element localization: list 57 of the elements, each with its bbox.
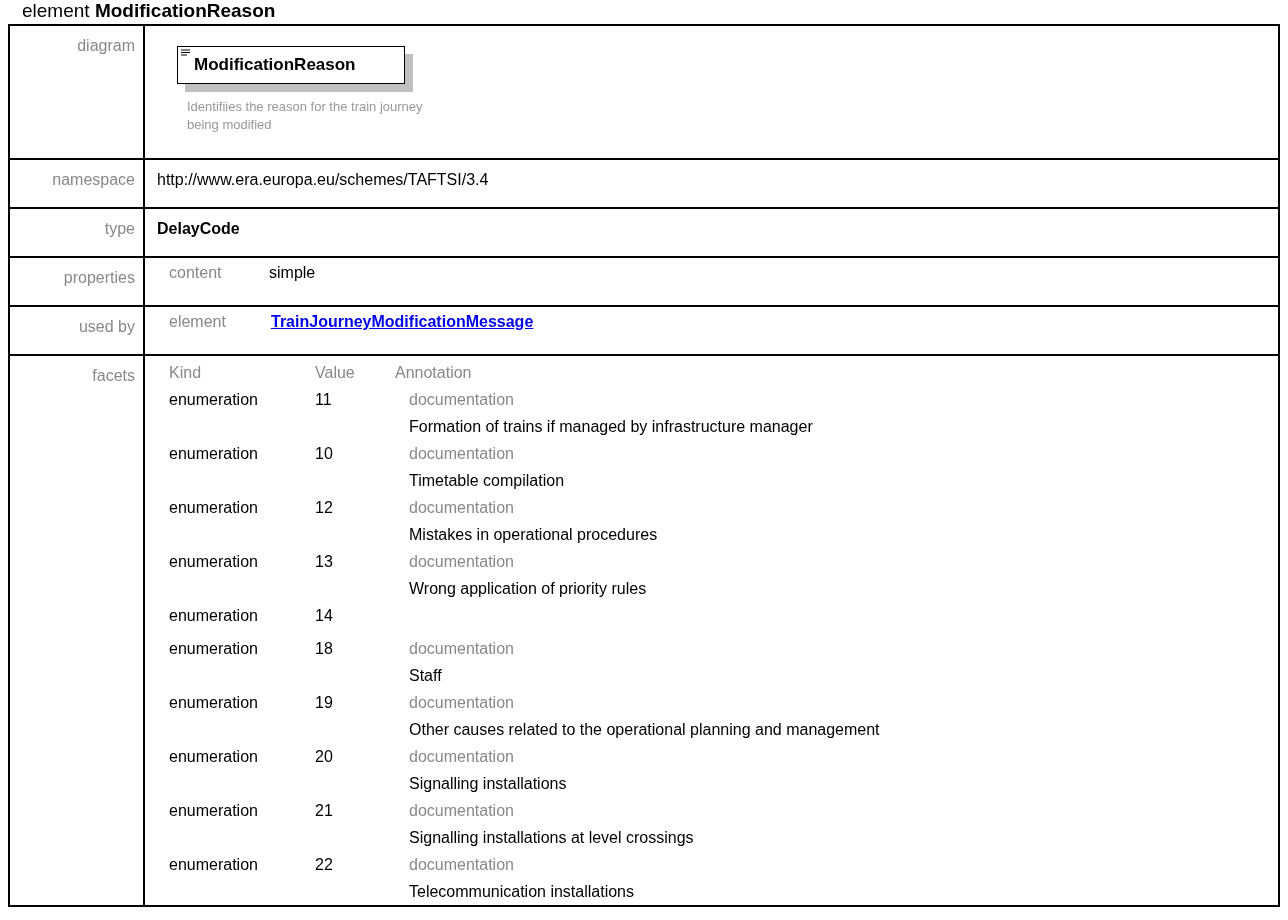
facet-kind: enumeration [169,801,259,821]
facet-kind: enumeration [169,747,259,767]
facet-value: 14 [315,606,334,626]
facet-kind: enumeration [169,444,259,464]
annotation-label: documentation [409,801,515,821]
namespace-value: http://www.era.europa.eu/schemes/TAFTSI/3.4 [157,171,489,188]
annotation-text: Other causes related to the operational planning and management [409,720,880,740]
annotation-text: Timetable compilation [409,471,565,491]
column-header: Kind [169,363,203,383]
facet-value: 21 [315,801,334,821]
annotation-text: Mistakes in operational procedures [409,525,658,545]
annotation-label: documentation [409,444,515,464]
row-label: facets [92,367,135,384]
annotation-label: documentation [409,390,515,410]
annotation-label: documentation [409,552,515,572]
facet-value: 20 [315,747,334,767]
annotation-text: Wrong application of priority rules [409,579,647,599]
facet-value: 11 [315,390,333,410]
row-label: properties [63,269,135,286]
facet-kind: enumeration [169,552,259,572]
type-value: DelayCode [157,220,240,237]
annotation-label: documentation [409,693,515,713]
page-heading: element ModificationReason [22,0,276,21]
annotation-label: documentation [409,855,515,875]
annotation-label: documentation [409,498,515,518]
column-header: Annotation [395,363,472,383]
documentation-icon [181,49,190,57]
facet-kind: enumeration [169,606,259,626]
facet-kind: enumeration [169,498,259,518]
facet-kind: enumeration [169,693,259,713]
column-header: Value [315,363,356,383]
element-box: ModificationReason [177,46,405,84]
property-key: content [169,261,269,285]
row-label: diagram [77,37,135,54]
facet-value: 13 [315,552,334,572]
annotation-text: Telecommunication installations [409,882,634,902]
property-value: simple [269,264,316,281]
annotation-text: Staff [409,666,443,686]
annotation-text: Formation of trains if managed by infrastructure manager [409,417,813,437]
facet-kind: enumeration [169,855,259,875]
annotation-label: documentation [409,747,515,767]
facet-value: 12 [315,498,334,518]
facet-value: 19 [315,693,334,713]
annotation-label: documentation [409,639,514,659]
row-label: type [104,220,135,237]
usage-kind: element [169,312,227,332]
facet-value: 18 [315,639,334,659]
annotation-text: Signalling installations at level crossings [409,828,694,848]
annotation-text: Signalling installations [409,774,567,794]
row-label: namespace [52,171,135,188]
facet-kind: enumeration [169,390,259,410]
facet-value: 22 [315,855,334,875]
facet-value: 10 [315,444,334,464]
row-label: used by [78,318,135,335]
element-link[interactable]: TrainJourneyModificationMessage [271,313,534,330]
element-description: Identifiies the reason for the train journey being modified [187,98,424,134]
facet-kind: enumeration [169,639,259,659]
